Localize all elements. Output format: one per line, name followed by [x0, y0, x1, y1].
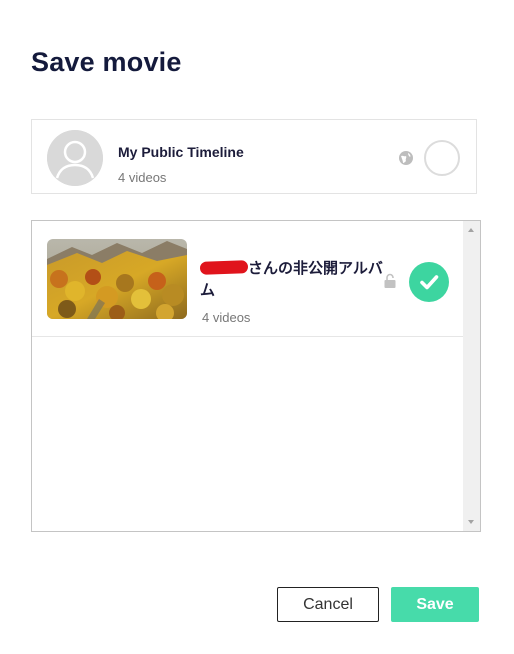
scroll-down-arrow-icon[interactable]	[468, 520, 474, 524]
album-video-count: 4 videos	[202, 310, 251, 325]
public-timeline-option[interactable]: My Public Timeline 4 videos	[31, 119, 477, 194]
dialog-title: Save movie	[31, 47, 182, 77]
check-icon	[420, 275, 439, 290]
save-button[interactable]: Save	[391, 587, 479, 622]
album-thumbnail	[47, 239, 187, 319]
avatar	[47, 130, 103, 186]
timeline-name: My Public Timeline	[118, 144, 244, 160]
scroll-up-arrow-icon[interactable]	[468, 228, 474, 232]
timeline-select-toggle[interactable]	[424, 140, 460, 176]
globe-icon	[398, 150, 414, 166]
cancel-button[interactable]: Cancel	[277, 587, 379, 622]
scrollbar[interactable]	[463, 221, 480, 531]
album-title: さんの非公開アルバム	[199, 258, 385, 302]
list-item[interactable]: さんの非公開アルバム 4 videos	[32, 221, 463, 337]
timeline-video-count: 4 videos	[118, 170, 167, 185]
album-selected-check[interactable]	[409, 262, 449, 302]
redacted-name	[199, 260, 249, 275]
album-list[interactable]: さんの非公開アルバム 4 videos	[31, 220, 481, 532]
lock-icon	[383, 273, 397, 288]
